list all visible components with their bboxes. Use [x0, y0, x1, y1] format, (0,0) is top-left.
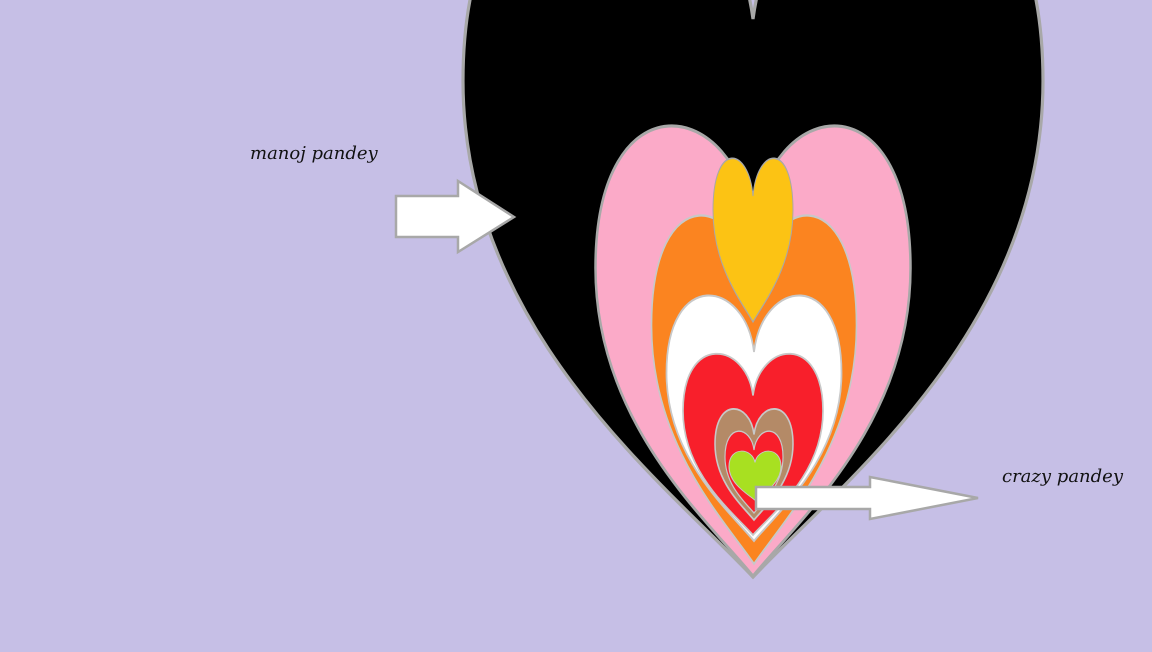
label-manoj-pandey: manoj pandey	[250, 143, 378, 164]
label-crazy-pandey: crazy pandey	[1002, 466, 1123, 487]
heart-drawing	[0, 0, 1152, 648]
slide-canvas: manoj pandey crazy pandey	[0, 0, 1152, 648]
